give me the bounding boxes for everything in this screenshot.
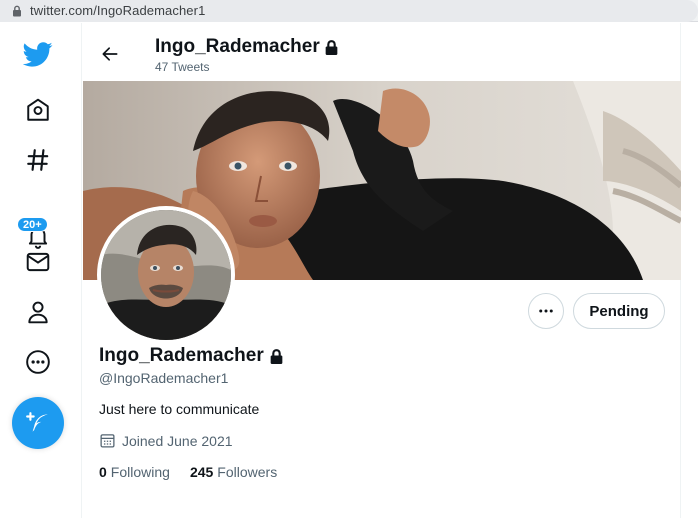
twitter-bird-icon <box>23 42 53 67</box>
follow-stats: 0 Following 245 Followers <box>99 464 277 480</box>
profile-column: Ingo_Rademacher 47 Tweets Pending Ingo_R… <box>83 23 681 518</box>
joined-date-text: Joined June 2021 <box>122 432 233 449</box>
pending-follow-button[interactable]: Pending <box>573 293 665 329</box>
profile-avatar[interactable] <box>97 206 235 344</box>
header-display-name: Ingo_Rademacher <box>155 36 320 57</box>
calendar-icon <box>100 434 115 448</box>
tweet-count: 47 Tweets <box>155 60 210 74</box>
more-circle-icon <box>26 350 50 374</box>
profile-button[interactable] <box>15 289 61 335</box>
profile-bio: Just here to communicate <box>99 401 260 417</box>
home-icon <box>27 98 49 121</box>
profile-header-bar: Ingo_Rademacher 47 Tweets <box>83 23 681 81</box>
followers-count: 245 <box>189 464 214 480</box>
sidebar-nav: 20+ <box>0 23 82 518</box>
ellipsis-icon <box>539 309 553 313</box>
followers-label: Followers <box>217 464 278 480</box>
arrow-left-icon <box>102 47 118 61</box>
joined-date-row: Joined June 2021 <box>99 432 233 449</box>
avatar-photo <box>101 210 231 340</box>
profile-handle: @IngoRademacher1 <box>99 370 229 386</box>
twitter-logo-button[interactable] <box>15 31 61 77</box>
messages-button[interactable] <box>15 239 61 285</box>
browser-url-bar: twitter.com/IngoRademacher1 <box>0 0 698 22</box>
padlock-icon <box>13 5 21 17</box>
profile-name-row: Ingo_Rademacher <box>99 345 285 367</box>
following-count: 0 <box>99 464 107 480</box>
person-icon <box>28 301 48 324</box>
followers-link[interactable]: 245 Followers <box>190 464 277 480</box>
notifications-badge: 20+ <box>17 217 48 232</box>
more-menu-button[interactable] <box>15 339 61 385</box>
profile-display-name: Ingo_Rademacher <box>99 345 264 366</box>
protected-lock-icon <box>325 39 338 55</box>
following-label: Following <box>110 464 170 480</box>
more-options-button[interactable] <box>528 293 564 329</box>
envelope-icon <box>26 252 50 272</box>
feather-plus-icon <box>26 412 48 432</box>
protected-lock-icon <box>270 348 283 364</box>
hashtag-icon <box>27 149 49 171</box>
compose-tweet-button[interactable] <box>12 397 64 449</box>
explore-button[interactable] <box>15 137 61 183</box>
back-button[interactable] <box>93 37 127 71</box>
url-text[interactable]: twitter.com/IngoRademacher1 <box>30 3 205 18</box>
header-name-row: Ingo_Rademacher <box>155 36 340 58</box>
home-button[interactable] <box>15 87 61 133</box>
address-field[interactable]: twitter.com/IngoRademacher1 <box>0 0 698 22</box>
following-link[interactable]: 0 Following <box>99 464 170 480</box>
